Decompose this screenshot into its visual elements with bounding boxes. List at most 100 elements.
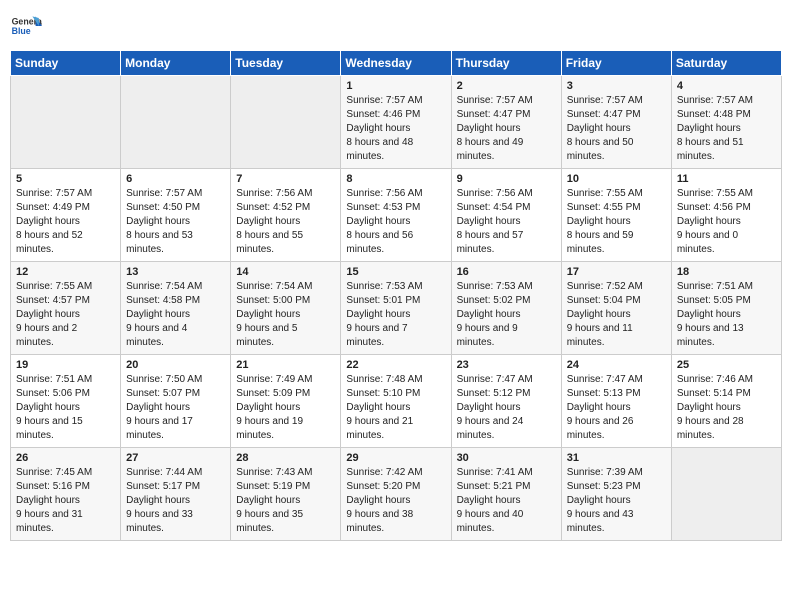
day-number: 26 [16, 452, 115, 464]
calendar-cell: 9 Sunrise: 7:56 AM Sunset: 4:54 PM Dayli… [451, 169, 561, 262]
calendar-cell: 15 Sunrise: 7:53 AM Sunset: 5:01 PM Dayl… [341, 262, 451, 355]
day-number: 28 [236, 452, 335, 464]
weekday-header: Sunday [11, 51, 121, 76]
day-number: 15 [346, 266, 445, 278]
day-number: 22 [346, 359, 445, 371]
day-number: 13 [126, 266, 225, 278]
weekday-header: Wednesday [341, 51, 451, 76]
day-number: 6 [126, 173, 225, 185]
day-info: Sunrise: 7:55 AM Sunset: 4:55 PM Dayligh… [567, 187, 666, 257]
day-number: 1 [346, 80, 445, 92]
day-number: 30 [457, 452, 556, 464]
calendar-week-row: 5 Sunrise: 7:57 AM Sunset: 4:49 PM Dayli… [11, 169, 782, 262]
day-number: 21 [236, 359, 335, 371]
day-info: Sunrise: 7:57 AM Sunset: 4:46 PM Dayligh… [346, 94, 445, 164]
calendar-week-row: 26 Sunrise: 7:45 AM Sunset: 5:16 PM Dayl… [11, 448, 782, 541]
day-info: Sunrise: 7:57 AM Sunset: 4:47 PM Dayligh… [567, 94, 666, 164]
day-info: Sunrise: 7:56 AM Sunset: 4:52 PM Dayligh… [236, 187, 335, 257]
day-info: Sunrise: 7:57 AM Sunset: 4:50 PM Dayligh… [126, 187, 225, 257]
day-info: Sunrise: 7:39 AM Sunset: 5:23 PM Dayligh… [567, 466, 666, 536]
day-number: 10 [567, 173, 666, 185]
day-number: 12 [16, 266, 115, 278]
day-number: 14 [236, 266, 335, 278]
day-info: Sunrise: 7:57 AM Sunset: 4:48 PM Dayligh… [677, 94, 776, 164]
calendar-cell: 28 Sunrise: 7:43 AM Sunset: 5:19 PM Dayl… [231, 448, 341, 541]
calendar-week-row: 1 Sunrise: 7:57 AM Sunset: 4:46 PM Dayli… [11, 76, 782, 169]
weekday-header: Thursday [451, 51, 561, 76]
calendar-cell [121, 76, 231, 169]
day-info: Sunrise: 7:45 AM Sunset: 5:16 PM Dayligh… [16, 466, 115, 536]
calendar-cell: 3 Sunrise: 7:57 AM Sunset: 4:47 PM Dayli… [561, 76, 671, 169]
day-info: Sunrise: 7:55 AM Sunset: 4:57 PM Dayligh… [16, 280, 115, 350]
calendar-cell: 31 Sunrise: 7:39 AM Sunset: 5:23 PM Dayl… [561, 448, 671, 541]
day-info: Sunrise: 7:41 AM Sunset: 5:21 PM Dayligh… [457, 466, 556, 536]
day-number: 2 [457, 80, 556, 92]
day-info: Sunrise: 7:53 AM Sunset: 5:02 PM Dayligh… [457, 280, 556, 350]
day-info: Sunrise: 7:57 AM Sunset: 4:49 PM Dayligh… [16, 187, 115, 257]
day-number: 16 [457, 266, 556, 278]
calendar-cell: 21 Sunrise: 7:49 AM Sunset: 5:09 PM Dayl… [231, 355, 341, 448]
day-number: 4 [677, 80, 776, 92]
day-info: Sunrise: 7:51 AM Sunset: 5:06 PM Dayligh… [16, 373, 115, 443]
calendar-cell: 23 Sunrise: 7:47 AM Sunset: 5:12 PM Dayl… [451, 355, 561, 448]
calendar-cell: 2 Sunrise: 7:57 AM Sunset: 4:47 PM Dayli… [451, 76, 561, 169]
calendar-cell: 11 Sunrise: 7:55 AM Sunset: 4:56 PM Dayl… [671, 169, 781, 262]
calendar-cell: 18 Sunrise: 7:51 AM Sunset: 5:05 PM Dayl… [671, 262, 781, 355]
calendar-table: SundayMondayTuesdayWednesdayThursdayFrid… [10, 50, 782, 541]
day-number: 3 [567, 80, 666, 92]
day-number: 19 [16, 359, 115, 371]
day-info: Sunrise: 7:54 AM Sunset: 4:58 PM Dayligh… [126, 280, 225, 350]
day-number: 31 [567, 452, 666, 464]
day-info: Sunrise: 7:46 AM Sunset: 5:14 PM Dayligh… [677, 373, 776, 443]
calendar-cell: 8 Sunrise: 7:56 AM Sunset: 4:53 PM Dayli… [341, 169, 451, 262]
weekday-header: Monday [121, 51, 231, 76]
calendar-cell: 24 Sunrise: 7:47 AM Sunset: 5:13 PM Dayl… [561, 355, 671, 448]
day-info: Sunrise: 7:55 AM Sunset: 4:56 PM Dayligh… [677, 187, 776, 257]
day-info: Sunrise: 7:56 AM Sunset: 4:54 PM Dayligh… [457, 187, 556, 257]
day-info: Sunrise: 7:53 AM Sunset: 5:01 PM Dayligh… [346, 280, 445, 350]
day-number: 23 [457, 359, 556, 371]
calendar-cell: 6 Sunrise: 7:57 AM Sunset: 4:50 PM Dayli… [121, 169, 231, 262]
day-number: 25 [677, 359, 776, 371]
calendar-cell: 26 Sunrise: 7:45 AM Sunset: 5:16 PM Dayl… [11, 448, 121, 541]
calendar-cell: 16 Sunrise: 7:53 AM Sunset: 5:02 PM Dayl… [451, 262, 561, 355]
logo-icon: General Blue [10, 10, 42, 42]
calendar-week-row: 19 Sunrise: 7:51 AM Sunset: 5:06 PM Dayl… [11, 355, 782, 448]
weekday-header-row: SundayMondayTuesdayWednesdayThursdayFrid… [11, 51, 782, 76]
calendar-cell: 10 Sunrise: 7:55 AM Sunset: 4:55 PM Dayl… [561, 169, 671, 262]
calendar-cell: 14 Sunrise: 7:54 AM Sunset: 5:00 PM Dayl… [231, 262, 341, 355]
calendar-cell [231, 76, 341, 169]
calendar-cell: 13 Sunrise: 7:54 AM Sunset: 4:58 PM Dayl… [121, 262, 231, 355]
day-info: Sunrise: 7:56 AM Sunset: 4:53 PM Dayligh… [346, 187, 445, 257]
day-info: Sunrise: 7:47 AM Sunset: 5:13 PM Dayligh… [567, 373, 666, 443]
calendar-cell: 4 Sunrise: 7:57 AM Sunset: 4:48 PM Dayli… [671, 76, 781, 169]
day-info: Sunrise: 7:49 AM Sunset: 5:09 PM Dayligh… [236, 373, 335, 443]
day-info: Sunrise: 7:50 AM Sunset: 5:07 PM Dayligh… [126, 373, 225, 443]
day-info: Sunrise: 7:43 AM Sunset: 5:19 PM Dayligh… [236, 466, 335, 536]
calendar-week-row: 12 Sunrise: 7:55 AM Sunset: 4:57 PM Dayl… [11, 262, 782, 355]
calendar-cell: 29 Sunrise: 7:42 AM Sunset: 5:20 PM Dayl… [341, 448, 451, 541]
day-number: 9 [457, 173, 556, 185]
calendar-cell: 20 Sunrise: 7:50 AM Sunset: 5:07 PM Dayl… [121, 355, 231, 448]
weekday-header: Saturday [671, 51, 781, 76]
day-info: Sunrise: 7:42 AM Sunset: 5:20 PM Dayligh… [346, 466, 445, 536]
day-number: 5 [16, 173, 115, 185]
calendar-cell: 5 Sunrise: 7:57 AM Sunset: 4:49 PM Dayli… [11, 169, 121, 262]
calendar-cell [671, 448, 781, 541]
day-number: 20 [126, 359, 225, 371]
day-number: 29 [346, 452, 445, 464]
calendar-cell: 17 Sunrise: 7:52 AM Sunset: 5:04 PM Dayl… [561, 262, 671, 355]
calendar-cell: 22 Sunrise: 7:48 AM Sunset: 5:10 PM Dayl… [341, 355, 451, 448]
day-number: 27 [126, 452, 225, 464]
page-header: General Blue [10, 10, 782, 42]
day-info: Sunrise: 7:52 AM Sunset: 5:04 PM Dayligh… [567, 280, 666, 350]
day-number: 18 [677, 266, 776, 278]
day-info: Sunrise: 7:48 AM Sunset: 5:10 PM Dayligh… [346, 373, 445, 443]
calendar-cell: 30 Sunrise: 7:41 AM Sunset: 5:21 PM Dayl… [451, 448, 561, 541]
calendar-cell: 27 Sunrise: 7:44 AM Sunset: 5:17 PM Dayl… [121, 448, 231, 541]
day-info: Sunrise: 7:57 AM Sunset: 4:47 PM Dayligh… [457, 94, 556, 164]
calendar-cell: 19 Sunrise: 7:51 AM Sunset: 5:06 PM Dayl… [11, 355, 121, 448]
logo: General Blue [10, 10, 42, 42]
calendar-cell: 12 Sunrise: 7:55 AM Sunset: 4:57 PM Dayl… [11, 262, 121, 355]
day-info: Sunrise: 7:51 AM Sunset: 5:05 PM Dayligh… [677, 280, 776, 350]
